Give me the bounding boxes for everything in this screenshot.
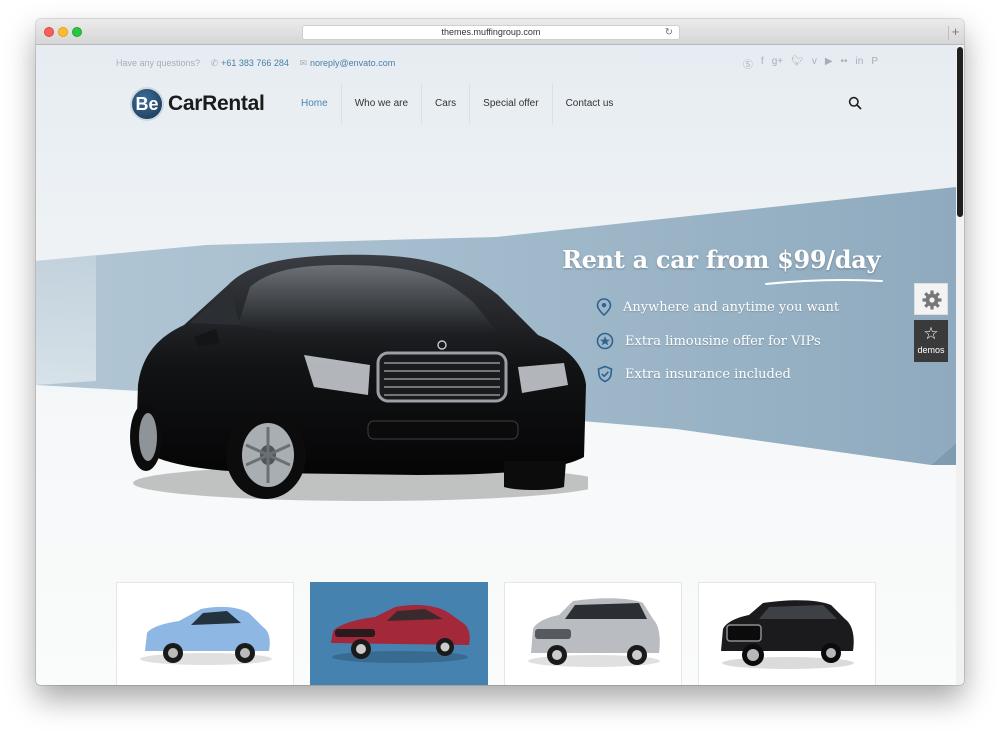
zoom-window-button[interactable] xyxy=(72,27,82,37)
demos-widget[interactable]: ☆ demos xyxy=(914,320,948,362)
top-info-bar: Have any questions? ✆ +61 383 766 284 ✉ no… xyxy=(116,58,403,69)
feature-item-anywhere: Anywhere and anytime you want xyxy=(596,298,839,316)
feature-item-insurance: Extra insurance included xyxy=(596,365,791,383)
car-image xyxy=(140,606,272,665)
reload-icon[interactable]: ↻ xyxy=(665,26,673,39)
vertical-scrollbar[interactable] xyxy=(956,45,964,685)
car-image xyxy=(528,598,660,667)
question-text: Have any questions? xyxy=(116,58,201,68)
youtube-icon[interactable]: ▶ xyxy=(825,56,833,71)
gear-icon xyxy=(922,290,942,310)
nav-item-cars[interactable]: Cars xyxy=(422,84,471,124)
facebook-icon[interactable]: f xyxy=(761,56,764,71)
nav-item-home[interactable]: Home xyxy=(288,84,342,124)
nav-item-who-we-are[interactable]: Who we are xyxy=(342,84,423,124)
feature-item-limousine: Extra limousine offer for VIPs xyxy=(596,332,821,350)
hero-headline: Rent a car from $99/day xyxy=(562,245,881,274)
car-image xyxy=(721,600,854,669)
location-pin-icon xyxy=(596,298,612,316)
settings-widget[interactable] xyxy=(914,283,948,315)
star-icon: ☆ xyxy=(923,324,939,343)
new-tab-button[interactable]: + xyxy=(948,25,962,40)
social-icons: Ⓢ f g+ 🐦︎ v ▶ •• in P xyxy=(743,56,878,71)
star-badge-icon xyxy=(596,332,614,350)
browser-titlebar: themes.muffingroup.com ↻ + xyxy=(36,19,964,45)
page-viewport: Rent a car from $99/day Anywhere and any… xyxy=(36,45,964,685)
browser-window: themes.muffingroup.com ↻ + Rent a car fr… xyxy=(36,19,964,685)
site-logo[interactable]: Be CarRental xyxy=(130,87,265,121)
nav-item-special-offer[interactable]: Special offer xyxy=(470,84,553,124)
mail-icon: ✉ xyxy=(299,58,308,68)
hero-car-image xyxy=(130,254,588,501)
scrollbar-thumb[interactable] xyxy=(957,47,963,217)
google-plus-icon[interactable]: g+ xyxy=(772,56,783,71)
minimize-window-button[interactable] xyxy=(58,27,68,37)
car-category-card[interactable] xyxy=(116,582,294,685)
search-icon[interactable] xyxy=(848,96,862,110)
car-category-card[interactable] xyxy=(698,582,876,685)
car-image xyxy=(331,605,470,663)
car-category-card[interactable] xyxy=(504,582,682,685)
twitter-icon[interactable]: 🐦︎ xyxy=(791,56,804,71)
car-category-card-active[interactable] xyxy=(310,582,488,685)
logo-text: CarRental xyxy=(168,92,265,115)
phone-icon: ✆ xyxy=(210,58,219,68)
phone-link[interactable]: +61 383 766 284 xyxy=(221,58,289,68)
email-link[interactable]: noreply@envato.com xyxy=(310,58,395,68)
linkedin-icon[interactable]: in xyxy=(856,56,864,71)
close-window-button[interactable] xyxy=(44,27,54,37)
shield-icon xyxy=(597,365,613,383)
address-bar[interactable]: themes.muffingroup.com ↻ xyxy=(302,25,680,40)
feature-text: Anywhere and anytime you want xyxy=(623,299,840,315)
headline-underline xyxy=(765,279,883,285)
main-nav: Home Who we are Cars Special offer Conta… xyxy=(288,84,626,124)
feature-text: Extra insurance included xyxy=(625,366,791,382)
pinterest-icon[interactable]: P xyxy=(871,56,878,71)
vimeo-icon[interactable]: v xyxy=(812,56,817,71)
flickr-icon[interactable]: •• xyxy=(841,56,848,71)
feature-text: Extra limousine offer for VIPs xyxy=(625,333,821,349)
address-url: themes.muffingroup.com xyxy=(441,27,541,37)
skype-icon[interactable]: Ⓢ xyxy=(743,56,753,71)
logo-badge: Be xyxy=(130,87,164,121)
nav-item-contact-us[interactable]: Contact us xyxy=(553,84,627,124)
demos-label: demos xyxy=(917,345,945,355)
